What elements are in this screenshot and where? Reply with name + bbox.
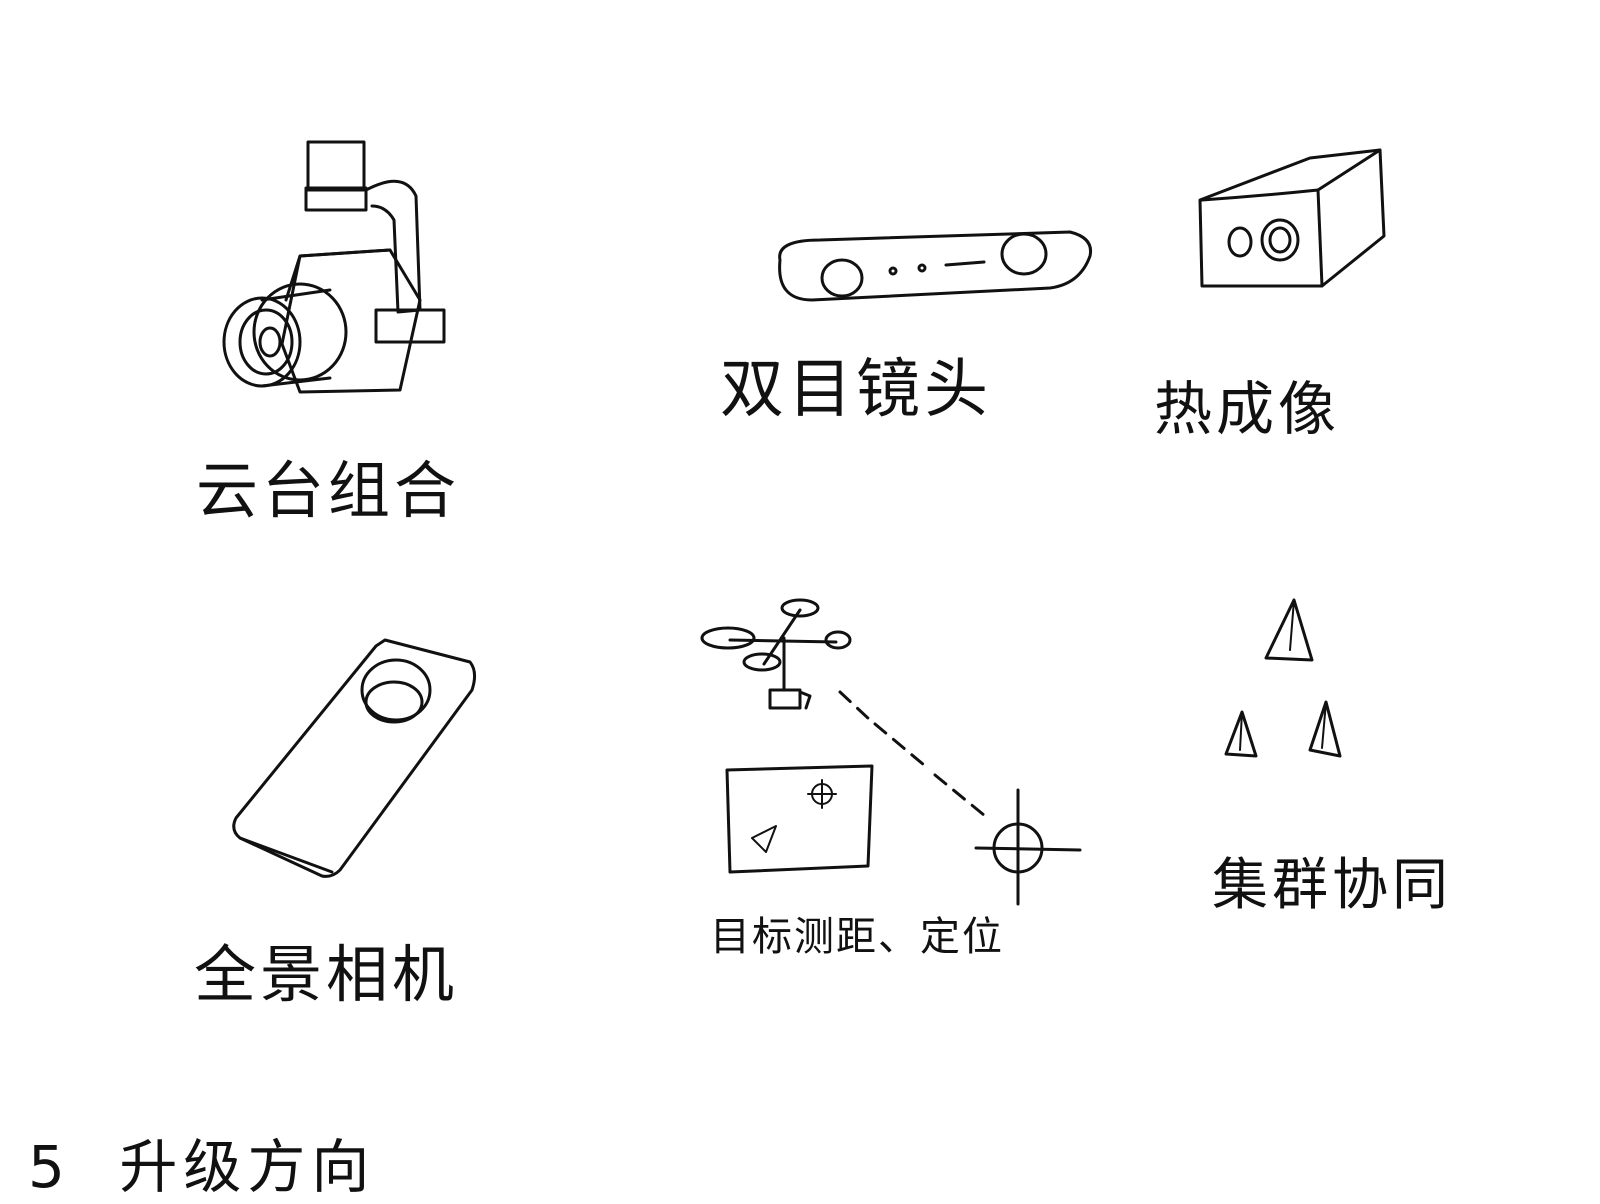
- sketch-canvas: [222, 140, 1386, 906]
- swarm-formation-icon: [1224, 598, 1342, 758]
- label-swarm: 集群协同: [1212, 853, 1452, 918]
- label-gimbal: 云台组合: [196, 454, 461, 527]
- gimbal-camera-icon: [222, 140, 446, 394]
- drone-targeting-icon: [700, 598, 1082, 906]
- panoramic-camera-icon: [232, 638, 477, 878]
- label-ranging: 目标测距、定位: [710, 914, 1004, 960]
- section-heading: 5 升级方向: [28, 1120, 375, 1204]
- section-number: 5: [28, 1133, 71, 1201]
- thermal-camera-icon: [1198, 148, 1386, 288]
- stereo-camera-icon: [778, 230, 1093, 302]
- label-panorama: 全景相机: [194, 938, 459, 1011]
- label-stereo: 双目镜头: [720, 353, 992, 427]
- label-thermal: 热成像: [1154, 375, 1341, 443]
- section-title: 升级方向: [119, 1133, 376, 1201]
